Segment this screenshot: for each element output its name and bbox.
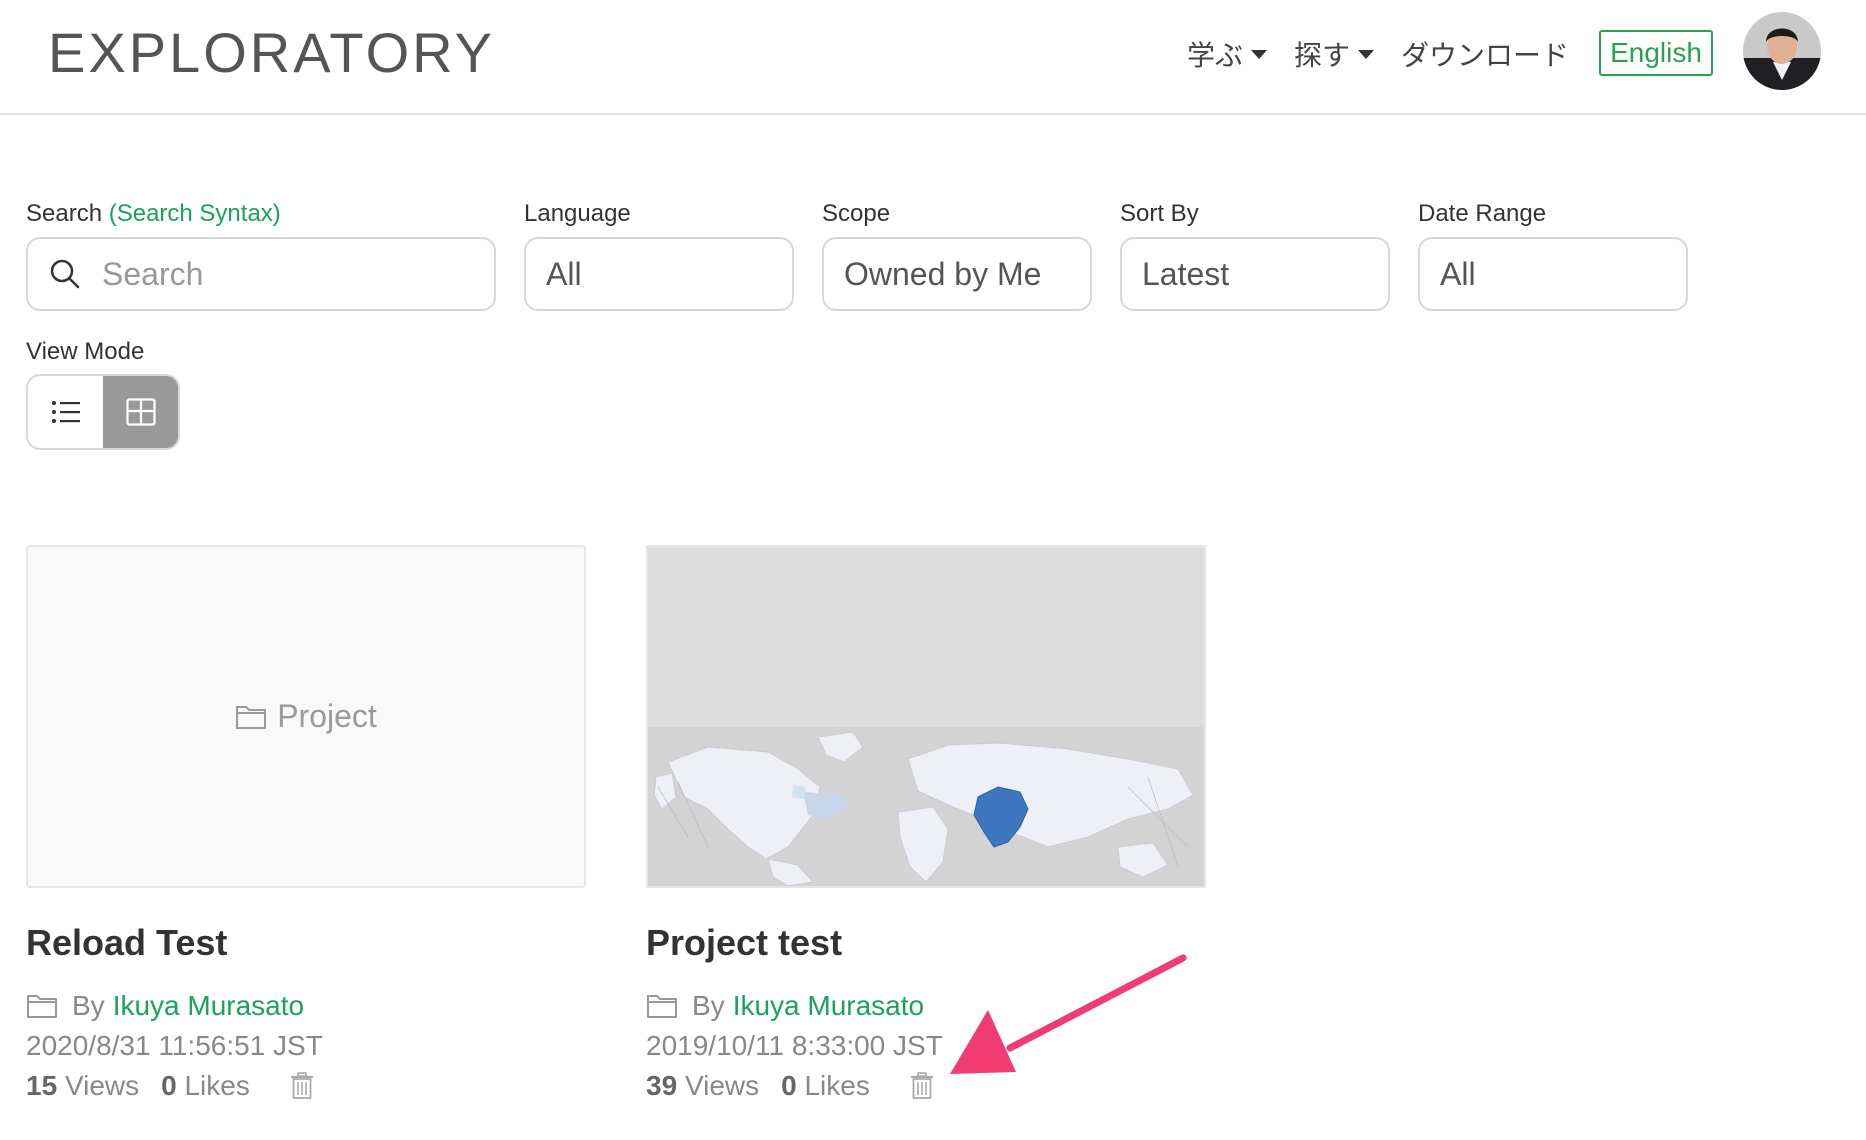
annotation-arrow (950, 954, 1187, 1074)
